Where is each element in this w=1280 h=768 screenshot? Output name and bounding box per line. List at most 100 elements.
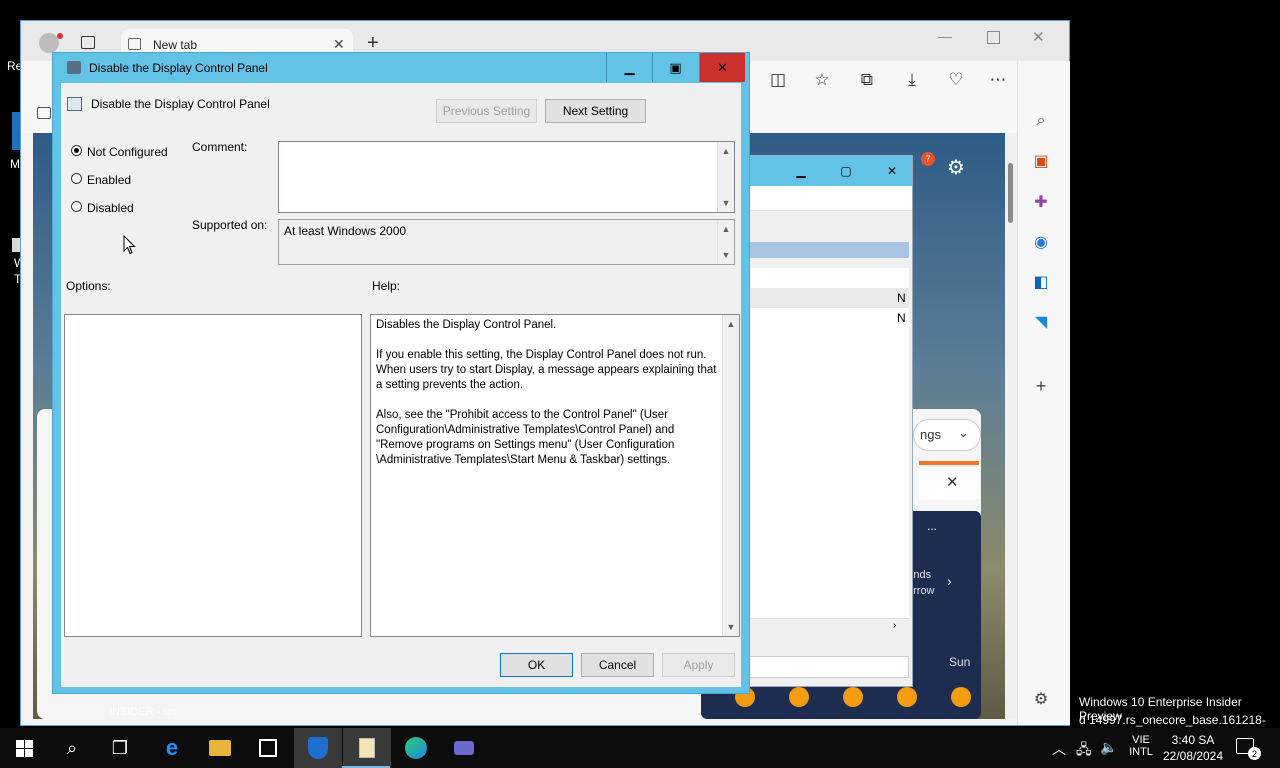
close-window-icon[interactable]: ✕	[1032, 28, 1045, 46]
close-button[interactable]: ✕	[699, 53, 745, 82]
maximize-icon[interactable]: ▢	[831, 156, 861, 186]
ok-button[interactable]: OK	[500, 653, 573, 677]
add-sidebar-app-icon[interactable]: +	[1029, 374, 1053, 398]
close-tab-icon[interactable]: ✕	[333, 36, 345, 53]
language-indicator[interactable]: VIE INTL	[1129, 734, 1153, 758]
bottom-caption: INSIDER - un	[109, 706, 176, 718]
help-paragraph: If you enable this setting, the Display …	[376, 349, 717, 391]
minimize-icon[interactable]: ▁	[786, 156, 816, 186]
scroll-right-icon[interactable]: ›	[893, 620, 896, 631]
dialog-body: Disable the Display Control Panel Previo…	[61, 83, 741, 687]
weather-cloudy-icon	[843, 687, 863, 707]
notepad-app[interactable]	[343, 728, 391, 768]
scroll-up-icon[interactable]: ▲	[723, 316, 739, 332]
search-button[interactable]: ⌕	[48, 728, 96, 768]
desktop-icon-label[interactable]: M	[10, 157, 20, 171]
table-row[interactable]: N	[739, 308, 909, 618]
notification-badge: 7	[921, 152, 935, 166]
options-label: Options:	[66, 279, 111, 293]
apply-button[interactable]: Apply	[662, 653, 735, 677]
dropdown-text: ngs	[920, 427, 941, 442]
disabled-radio[interactable]	[71, 201, 82, 212]
drop-icon[interactable]: ◥	[1029, 310, 1053, 334]
mouse-cursor-icon	[123, 235, 136, 255]
table-row[interactable]: N	[739, 288, 909, 308]
dialog-title-bar[interactable]: Disable the Display Control Panel ▁ ▣ ✕	[53, 53, 749, 83]
windows-logo-icon	[15, 739, 33, 757]
comment-label: Comment:	[192, 140, 248, 154]
disabled-label[interactable]: Disabled	[87, 201, 134, 215]
downloads-icon[interactable]: ⤓	[899, 67, 925, 93]
enabled-label[interactable]: Enabled	[87, 173, 131, 187]
tab-actions-icon[interactable]	[81, 36, 95, 49]
scrollbar-thumb[interactable]	[1008, 163, 1013, 223]
not-configured-radio[interactable]	[71, 145, 82, 156]
close-icon[interactable]: ✕	[946, 473, 959, 491]
more-options-icon[interactable]: ⋯	[985, 67, 1011, 93]
maximize-icon[interactable]	[987, 31, 1000, 44]
games-icon[interactable]: ✚	[1029, 190, 1053, 214]
clock[interactable]: 3:40 SA 22/08/2024	[1160, 732, 1226, 764]
search-icon[interactable]: ⌕	[1029, 109, 1053, 133]
group-policy-app[interactable]	[440, 728, 488, 768]
defender-app[interactable]	[294, 728, 342, 768]
edge-legacy-app[interactable]: e	[148, 728, 196, 768]
scroll-down-icon[interactable]: ▼	[723, 619, 739, 635]
next-setting-button[interactable]: Next Setting	[545, 99, 646, 123]
sidebar-settings-icon[interactable]: ⚙	[1029, 687, 1053, 711]
accent-bar	[919, 461, 979, 465]
maximize-button[interactable]: ▣	[652, 53, 698, 82]
office-icon[interactable]: ◉	[1029, 230, 1053, 254]
new-tab-page-icon	[128, 38, 141, 50]
edge-app[interactable]	[392, 728, 440, 768]
scroll-down-icon[interactable]: ▼	[718, 247, 734, 263]
chevron-right-icon[interactable]: ›	[947, 573, 952, 589]
collections-icon[interactable]	[37, 107, 51, 119]
tools-icon[interactable]: ▣	[1029, 149, 1053, 173]
task-view-icon: ❐	[111, 737, 129, 758]
not-configured-label[interactable]: Not Configured	[87, 145, 168, 159]
split-screen-icon[interactable]: ◫	[765, 67, 791, 93]
comment-textarea[interactable]: ▲ ▼	[278, 141, 735, 213]
forecast-day: Sun	[949, 655, 971, 669]
tab-label: New tab	[153, 38, 198, 52]
browser-essentials-icon[interactable]: ♡	[943, 67, 969, 93]
cancel-button[interactable]: Cancel	[581, 653, 654, 677]
store-app[interactable]	[244, 728, 292, 768]
help-paragraph: Also, see the "Prohibit access to the Co…	[376, 409, 675, 466]
weather-cloudy-icon	[789, 687, 809, 707]
mmc-toolbar	[739, 186, 912, 211]
volume-muted-icon[interactable]: 🔈	[1100, 739, 1117, 756]
close-icon[interactable]: ✕	[877, 156, 907, 186]
card-more-icon[interactable]: ...	[927, 519, 937, 533]
page-settings-icon[interactable]: ⚙	[947, 155, 965, 180]
profile-avatar-icon[interactable]	[39, 33, 59, 53]
dialog-title: Disable the Display Control Panel	[89, 61, 268, 75]
minimize-button[interactable]: ▁	[606, 53, 652, 82]
policy-app-icon	[67, 61, 81, 74]
page-scrollbar[interactable]	[1005, 133, 1017, 719]
comment-scrollbar[interactable]: ▲ ▼	[717, 142, 734, 212]
notification-count-badge: 2	[1248, 747, 1261, 760]
previous-setting-button[interactable]: Previous Setting	[436, 99, 537, 123]
outlook-icon[interactable]: ◧	[1029, 270, 1053, 294]
file-explorer-app[interactable]	[196, 728, 244, 768]
scroll-down-icon[interactable]: ▼	[718, 195, 734, 211]
supported-on-scrollbar[interactable]: ▲ ▼	[717, 220, 734, 264]
help-text: Disables the Display Control Panel. If y…	[376, 318, 720, 483]
collections-button-icon[interactable]: ⧉	[854, 67, 880, 93]
help-scrollbar[interactable]: ▲ ▼	[722, 315, 739, 636]
weather-sun-icon	[897, 687, 917, 707]
show-hidden-icons-button[interactable]: ︿	[1052, 739, 1066, 759]
network-icon[interactable]: 🖧	[1076, 739, 1092, 763]
task-view-button[interactable]: ❐	[96, 728, 144, 768]
horizontal-scrollbar[interactable]: ›	[739, 618, 909, 635]
favorites-icon[interactable]: ☆	[809, 67, 835, 93]
scroll-up-icon[interactable]: ▲	[718, 143, 734, 159]
enabled-radio[interactable]	[71, 173, 82, 184]
feed-settings-dropdown[interactable]: ngs ⌄	[913, 419, 981, 451]
start-button[interactable]	[0, 728, 48, 768]
minimize-icon[interactable]: —	[938, 28, 952, 44]
scroll-up-icon[interactable]: ▲	[718, 221, 734, 237]
policy-setting-dialog: Disable the Display Control Panel ▁ ▣ ✕ …	[52, 52, 750, 694]
